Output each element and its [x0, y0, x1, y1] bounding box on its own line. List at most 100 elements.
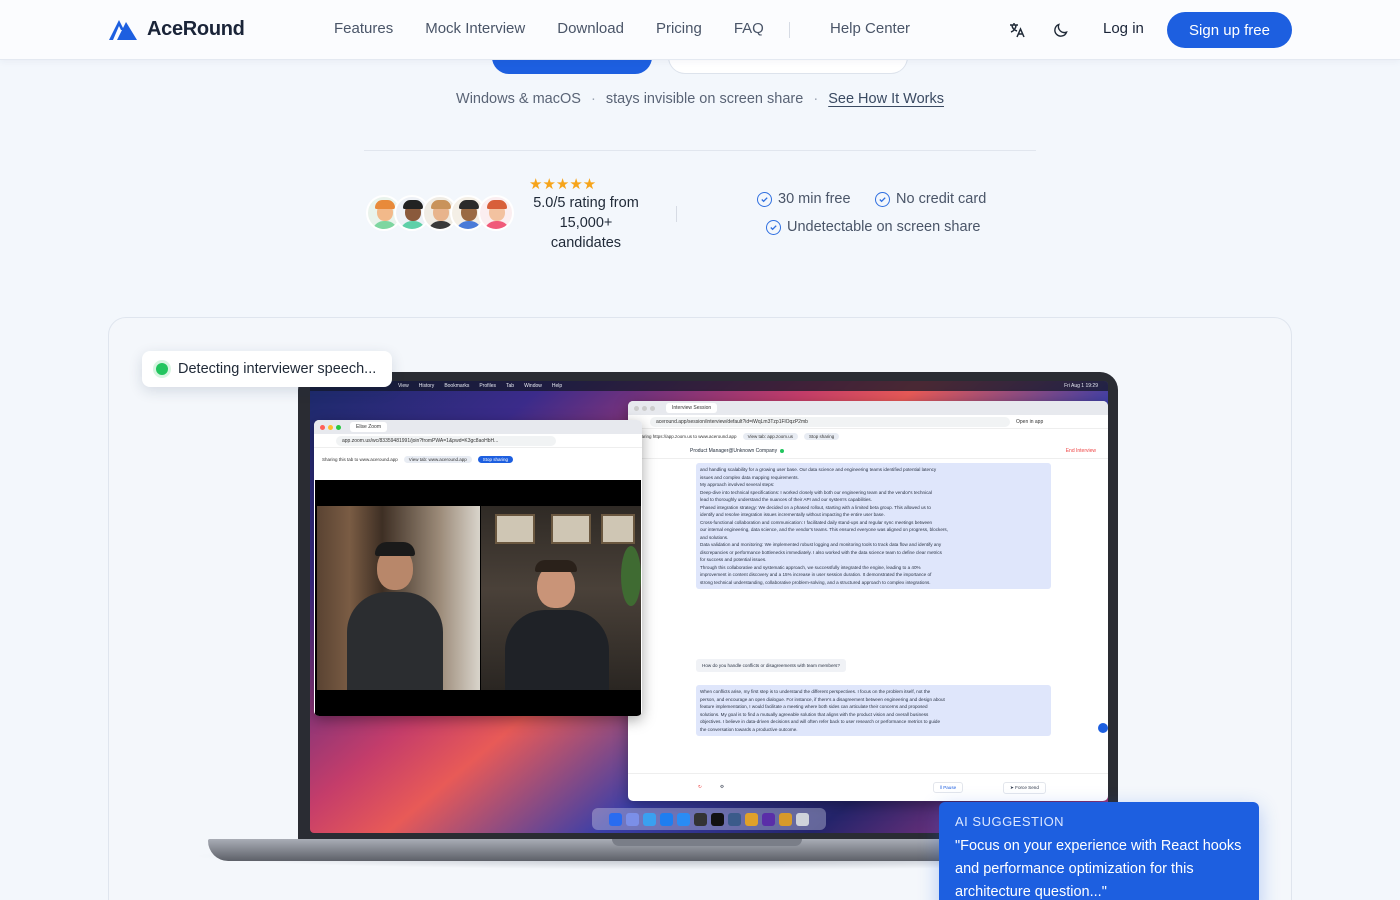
moon-icon[interactable]	[1051, 20, 1071, 40]
menu-item: Window	[524, 383, 542, 389]
pause-label: Pause	[943, 785, 957, 790]
see-how-link[interactable]: See How It Works	[828, 91, 944, 107]
nav-links: Features Mock Interview Download Pricing…	[334, 20, 796, 37]
session-urlbar[interactable]: aceround.app/session/interview/default?i…	[628, 415, 1108, 429]
translate-icon[interactable]	[1007, 20, 1027, 40]
vertical-divider	[676, 206, 677, 222]
nav-divider	[789, 22, 790, 38]
view-tab-button[interactable]: View tab: app.zoom.us	[742, 432, 799, 440]
share-text: Sharing this tab to www.aceround.app	[322, 456, 398, 462]
company-label: Product Manager@Unknown Company	[690, 447, 778, 454]
section-divider	[364, 150, 1036, 151]
session-tabbar: Interview Session	[628, 401, 1108, 415]
chrome-icon[interactable]	[745, 812, 758, 826]
zoom-sharebar: Sharing this tab to www.aceround.app Vie…	[314, 448, 642, 470]
interviewer-question: How do you handle conflicts or disagreem…	[696, 659, 846, 672]
invisible-text: stays invisible on screen share	[605, 91, 804, 107]
zoom-tabbar: Elise Zoom	[314, 420, 642, 434]
feature-label: No credit card	[896, 191, 987, 207]
ai-answer-2: When conflicts arise, my first step is t…	[696, 685, 1051, 736]
launchpad-icon[interactable]	[626, 812, 639, 826]
stop-sharing-button[interactable]: Stop sharing	[477, 455, 514, 463]
ai-suggestion-title: AI SUGGESTION	[955, 814, 1065, 829]
session-tab[interactable]: Interview Session	[666, 403, 718, 413]
force-send-label: Force Send	[1015, 785, 1039, 790]
platform-line: Windows & macOS · stays invisible on scr…	[0, 91, 1400, 107]
session-window: Interview Session aceround.app/session/i…	[628, 401, 1108, 801]
feature-no-credit-card: No credit card	[875, 191, 986, 207]
menu-item: History	[418, 383, 435, 389]
preview-icon[interactable]	[728, 812, 741, 826]
rating-stars: ★★★★★	[529, 176, 597, 193]
zoom-url[interactable]: app.zoom.us/wc/83359481991/join?fromPWA=…	[336, 435, 556, 446]
ai-suggestion-card: AI SUGGESTION "Focus on your experience …	[939, 802, 1259, 900]
mail-icon[interactable]	[660, 812, 673, 826]
scroll-handle-icon[interactable]	[1098, 723, 1108, 733]
top-navbar: AceRound Features Mock Interview Downloa…	[0, 0, 1400, 60]
laptop-screen: View History Bookmarks Profiles Tab Wind…	[310, 381, 1108, 833]
mountain-logo-icon	[109, 20, 137, 40]
open-in-app-button[interactable]: Open in app	[1016, 419, 1043, 425]
feature-undetectable: Undetectable on screen share	[766, 219, 980, 235]
menu-item: Profiles	[479, 383, 497, 389]
laptop-notch	[612, 839, 802, 846]
pause-button[interactable]: ‖ Pause	[933, 782, 964, 793]
zoom-urlbar[interactable]: app.zoom.us/wc/83359481991/join?fromPWA=…	[314, 434, 642, 448]
login-link[interactable]: Log in	[1103, 20, 1144, 37]
view-tab-button[interactable]: View tab: www.aceround.app	[403, 455, 472, 463]
archive-icon[interactable]	[779, 812, 792, 826]
chat-footer: ↻ ⚙ ‖ Pause ➤ Force Send	[628, 773, 1108, 801]
menu-item: Bookmarks	[444, 383, 470, 389]
feature-label: Undetectable on screen share	[787, 219, 981, 235]
zoom-tab[interactable]: Elise Zoom	[350, 422, 388, 432]
separator-dot: ·	[813, 91, 819, 107]
check-circle-icon	[766, 219, 781, 235]
zoom-window: Elise Zoom app.zoom.us/wc/83359481991/jo…	[314, 420, 642, 716]
settings-icon[interactable]: ⚙	[720, 784, 724, 790]
terminal-icon[interactable]	[711, 812, 724, 826]
status-dot-icon	[156, 363, 168, 375]
refresh-icon[interactable]: ↻	[698, 784, 702, 790]
nav-link-download[interactable]: Download	[557, 20, 624, 37]
rating-text: 5.0/5 rating from 15,000+ candidates	[533, 195, 639, 251]
signup-button[interactable]: Sign up free	[1167, 12, 1292, 48]
trash-icon[interactable]	[796, 812, 809, 826]
session-url[interactable]: aceround.app/session/interview/default?i…	[650, 416, 1010, 427]
end-interview-button[interactable]: End Interview	[1066, 448, 1096, 454]
mac-menubar: View History Bookmarks Profiles Tab Wind…	[310, 381, 1108, 391]
toast-text: Detecting interviewer speech...	[178, 361, 377, 377]
interviewer-video	[481, 506, 641, 690]
nav-link-mock-interview[interactable]: Mock Interview	[425, 20, 525, 37]
check-circle-icon	[875, 191, 890, 207]
nav-link-faq[interactable]: FAQ	[734, 20, 764, 37]
feature-label: 30 min free	[778, 191, 851, 207]
feature-30-min-free: 30 min free	[757, 191, 851, 207]
stop-sharing-button[interactable]: Stop sharing	[804, 432, 840, 440]
session-sharebar: Sharing https://app.zoom.us to www.acero…	[628, 429, 1108, 443]
brand-logo[interactable]: AceRound	[108, 17, 245, 41]
platforms-text: Windows & macOS	[456, 91, 581, 107]
brand-name: AceRound	[147, 17, 245, 40]
nav-link-pricing[interactable]: Pricing	[656, 20, 702, 37]
check-circle-icon	[757, 191, 772, 207]
mac-dock	[592, 808, 826, 830]
candidate-avatars	[366, 195, 514, 231]
safari-icon[interactable]	[643, 812, 656, 826]
separator-dot: ·	[590, 91, 596, 107]
finder-icon[interactable]	[609, 812, 622, 826]
force-send-button[interactable]: ➤ Force Send	[1003, 782, 1046, 794]
ai-suggestion-body: "Focus on your experience with React hoo…	[955, 838, 1242, 900]
zoom-video-area	[315, 480, 641, 716]
speech-detection-toast: Detecting interviewer speech...	[142, 351, 392, 387]
menubar-clock: Fri Aug 1 19:29	[1064, 383, 1098, 389]
menu-item: Tab	[506, 383, 515, 389]
appstore-icon[interactable]	[677, 812, 690, 826]
nav-link-help-center[interactable]: Help Center	[830, 20, 910, 37]
menu-item: Help	[551, 383, 563, 389]
share-text: Sharing https://app.zoom.us to www.acero…	[636, 433, 737, 439]
app-icon[interactable]	[762, 812, 775, 826]
menu-item: View	[398, 383, 409, 389]
chatgpt-icon[interactable]	[694, 812, 707, 826]
ai-answer-1: and handling scalability for a growing u…	[696, 463, 1051, 589]
nav-link-features[interactable]: Features	[334, 20, 393, 37]
